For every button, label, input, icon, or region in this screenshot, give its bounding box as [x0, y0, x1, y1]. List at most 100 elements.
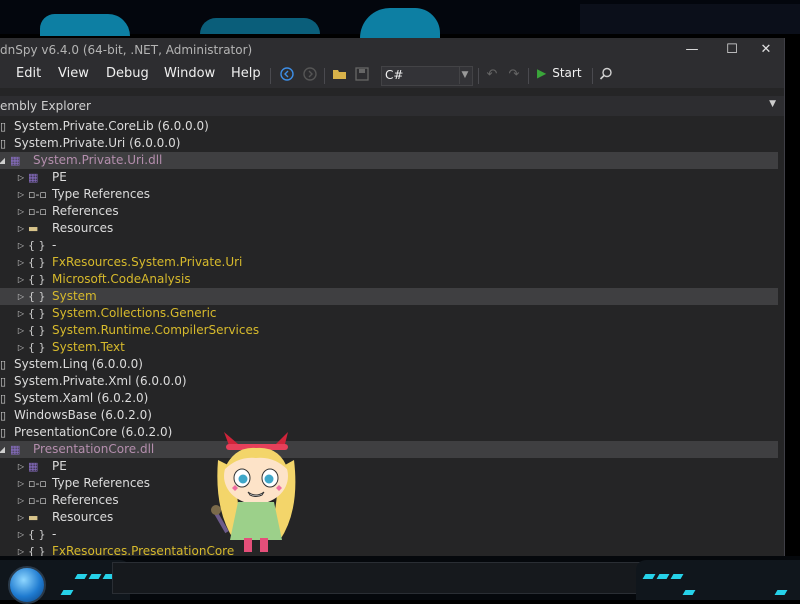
- tree-row[interactable]: ▷ ▫-▫ Type References: [0, 186, 778, 203]
- close-button[interactable]: ✕: [756, 40, 776, 60]
- expand-icon[interactable]: ▷: [16, 220, 26, 237]
- tree-row-label: System.Linq (6.0.0.0): [14, 357, 143, 371]
- toolbar-separator: [592, 68, 593, 84]
- undo-icon[interactable]: ↶: [484, 67, 500, 83]
- namespace-icon: { }: [28, 324, 46, 337]
- chevron-down-icon[interactable]: ▼: [769, 99, 776, 109]
- back-icon[interactable]: [279, 67, 295, 83]
- tree-row[interactable]: ▷ ▬ Resources: [0, 509, 778, 526]
- expand-icon[interactable]: ▷: [16, 509, 26, 526]
- pe-icon: ▦: [28, 171, 39, 184]
- forward-icon[interactable]: [302, 67, 318, 83]
- taskbar-center[interactable]: [112, 562, 646, 594]
- collapse-icon[interactable]: ◢: [0, 441, 7, 458]
- reference-icon: ▫-▫: [28, 494, 47, 507]
- accent-light: [60, 590, 74, 595]
- collapse-icon[interactable]: ◢: [0, 152, 7, 169]
- tree-row-label: System.Collections.Generic: [52, 306, 217, 320]
- tree-row[interactable]: ▷{ } System.Runtime.CompilerServices: [0, 322, 778, 339]
- tree-row[interactable]: ▷ ▦ PE: [0, 169, 778, 186]
- chevron-down-icon[interactable]: ▼: [459, 67, 470, 84]
- tree-row[interactable]: ▷{ } System.Text: [0, 339, 778, 356]
- accent-light: [682, 590, 696, 595]
- tree-row[interactable]: ▯ System.Linq (6.0.0.0): [0, 356, 778, 373]
- search-icon[interactable]: [598, 67, 614, 83]
- tree-row[interactable]: ▯ PresentationCore (6.0.2.0): [0, 424, 778, 441]
- tree-row-label: PE: [52, 459, 67, 473]
- tree-row-label: PresentationCore.dll: [33, 442, 155, 456]
- tree-row[interactable]: ▯ System.Xaml (6.0.2.0): [0, 390, 778, 407]
- tree-row[interactable]: ▷{ } FxResources.System.Private.Uri: [0, 254, 778, 271]
- expand-icon[interactable]: ▷: [16, 339, 26, 356]
- menu-edit[interactable]: Edit: [16, 66, 41, 81]
- tree-row[interactable]: ▯ System.Private.Uri (6.0.0.0): [0, 135, 778, 152]
- expand-icon[interactable]: ▷: [16, 288, 26, 305]
- maximize-button[interactable]: ☐: [722, 40, 742, 60]
- folder-icon: ▬: [28, 511, 39, 524]
- tree-row[interactable]: ◢ ▦ System.Private.Uri.dll: [0, 152, 778, 169]
- redo-icon[interactable]: ↷: [506, 67, 522, 83]
- expand-icon[interactable]: ▷: [16, 254, 26, 271]
- tree-row[interactable]: ▷{ } -: [0, 526, 778, 543]
- tree-row-label: Resources: [52, 221, 114, 235]
- folder-icon: ▬: [28, 222, 39, 235]
- tree-row[interactable]: ▷ ▫-▫ References: [0, 492, 778, 509]
- tree-row[interactable]: ▷ ▦ PE: [0, 458, 778, 475]
- tree-row[interactable]: ◢ ▦ PresentationCore.dll: [0, 441, 778, 458]
- start-orb-icon[interactable]: [8, 566, 46, 604]
- start-button[interactable]: ▶ Start: [537, 66, 582, 80]
- tree-row[interactable]: ▷{ } System.Collections.Generic: [0, 305, 778, 322]
- title-bar[interactable]: dnSpy v6.4.0 (64-bit, .NET, Administrato…: [0, 38, 784, 62]
- toolbar-separator: [270, 68, 271, 84]
- expand-icon[interactable]: ▷: [16, 526, 26, 543]
- start-label: Start: [552, 66, 582, 80]
- namespace-icon: { }: [28, 290, 46, 303]
- assembly-icon: ▯: [0, 120, 7, 133]
- tree-row-label: References: [52, 204, 119, 218]
- tree-row-label: System.Text: [52, 340, 125, 354]
- menu-debug[interactable]: Debug: [106, 66, 149, 81]
- tree-row-label: System.Private.Uri (6.0.0.0): [14, 136, 181, 150]
- tree-row[interactable]: ▷ ▬ Resources: [0, 220, 778, 237]
- expand-icon[interactable]: ▷: [16, 475, 26, 492]
- tree-row[interactable]: ▯ System.Private.CoreLib (6.0.0.0): [0, 118, 778, 135]
- tree-row[interactable]: ▷{ } System: [0, 288, 778, 305]
- toolbar-separator: [324, 68, 325, 84]
- expand-icon[interactable]: ▷: [16, 169, 26, 186]
- expand-icon[interactable]: ▷: [16, 322, 26, 339]
- menu-help[interactable]: Help: [231, 66, 261, 81]
- reference-icon: ▫-▫: [28, 205, 47, 218]
- tree-row[interactable]: ▷ ▫-▫ Type References: [0, 475, 778, 492]
- assembly-icon: ▯: [0, 358, 7, 371]
- expand-icon[interactable]: ▷: [16, 305, 26, 322]
- open-icon[interactable]: [332, 67, 348, 83]
- assembly-icon: ▯: [0, 426, 7, 439]
- expand-icon[interactable]: ▷: [16, 271, 26, 288]
- start-icon: ▶: [537, 66, 547, 80]
- menu-view[interactable]: View: [58, 66, 89, 81]
- assembly-tree[interactable]: ▯ System.Private.CoreLib (6.0.0.0) ▯ System…: [0, 118, 778, 560]
- expand-icon[interactable]: ▷: [16, 186, 26, 203]
- dnspy-window: dnSpy v6.4.0 (64-bit, .NET, Administrato…: [0, 38, 785, 560]
- assembly-icon: ▯: [0, 375, 7, 388]
- language-select[interactable]: C# ▼: [381, 66, 473, 86]
- namespace-icon: { }: [28, 341, 46, 354]
- tree-row[interactable]: ▯ WindowsBase (6.0.2.0): [0, 407, 778, 424]
- namespace-icon: { }: [28, 307, 46, 320]
- assembly-icon: ▯: [0, 137, 7, 150]
- tree-row[interactable]: ▷ ▫-▫ References: [0, 203, 778, 220]
- tree-row[interactable]: ▷{ } Microsoft.CodeAnalysis: [0, 271, 778, 288]
- expand-icon[interactable]: ▷: [16, 492, 26, 509]
- expand-icon[interactable]: ▷: [16, 237, 26, 254]
- panel-title: embly Explorer: [0, 99, 91, 113]
- tree-row[interactable]: ▯ System.Private.Xml (6.0.0.0): [0, 373, 778, 390]
- save-icon[interactable]: [354, 67, 370, 83]
- accent-light: [774, 590, 788, 595]
- expand-icon[interactable]: ▷: [16, 203, 26, 220]
- minimize-button[interactable]: —: [682, 40, 702, 60]
- tree-row[interactable]: ▷{ } -: [0, 237, 778, 254]
- menu-window[interactable]: Window: [164, 66, 215, 81]
- tree-row-label: -: [52, 238, 57, 252]
- tree-row-label: System.Runtime.CompilerServices: [52, 323, 260, 337]
- expand-icon[interactable]: ▷: [16, 458, 26, 475]
